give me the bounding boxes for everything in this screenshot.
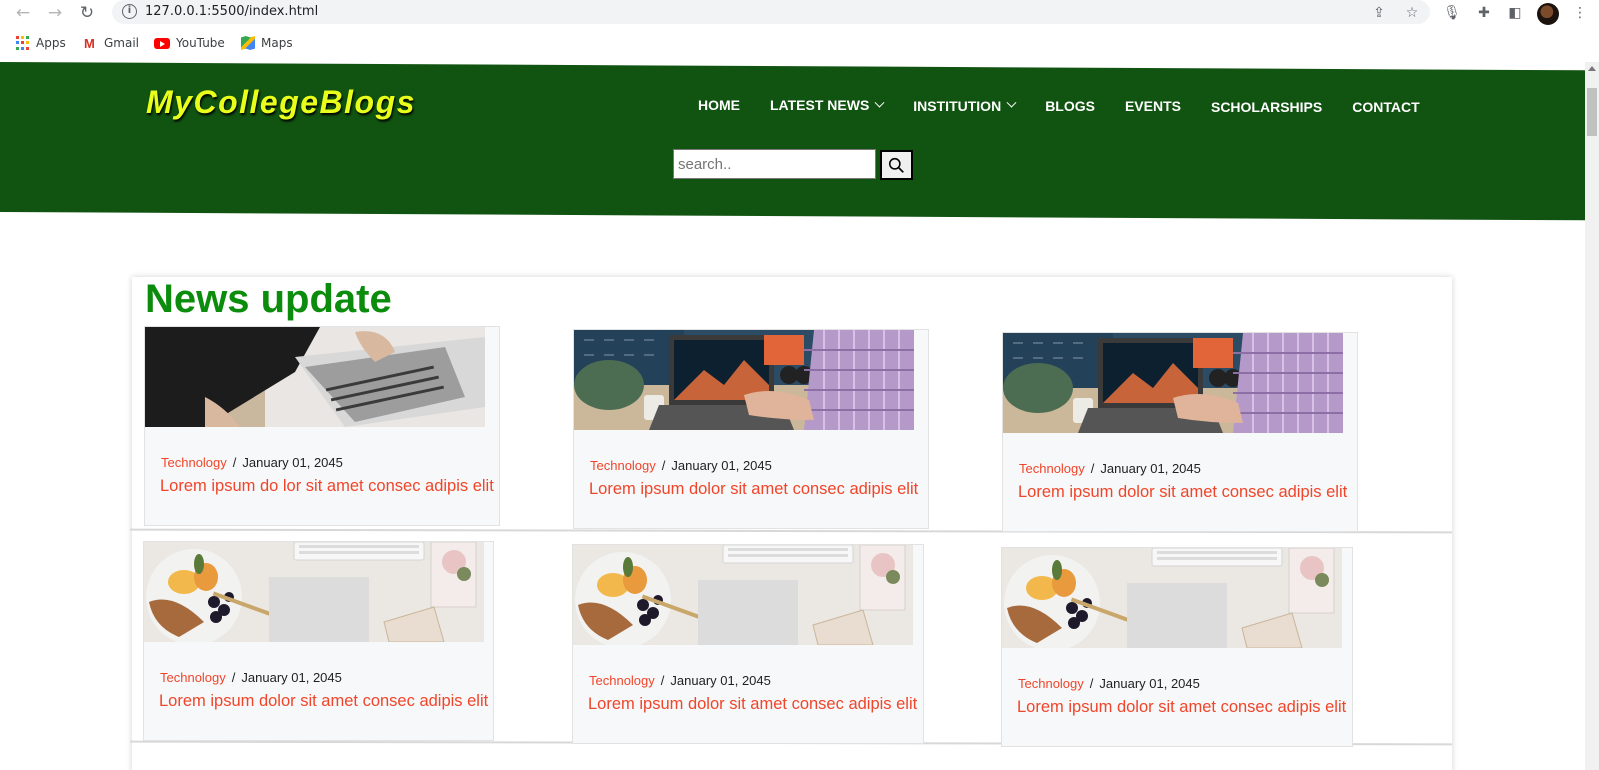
card-headline[interactable]: Lorem ipsum do lor sit amet consec adipi… xyxy=(160,477,494,496)
nav-label: BLOGS xyxy=(1045,97,1095,114)
address-bar[interactable]: i 127.0.0.1:5500/index.html xyxy=(112,0,1430,24)
desk-laptop-image xyxy=(574,330,914,430)
card-image[interactable] xyxy=(1003,333,1343,433)
card-date: January 01, 2045 xyxy=(1099,676,1200,691)
bookmarks-bar: Apps M Gmail YouTube Maps xyxy=(0,31,1599,59)
desk-laptop-image xyxy=(1003,333,1343,433)
card-image[interactable] xyxy=(1002,548,1342,648)
card-date: January 01, 2045 xyxy=(241,670,342,685)
profile-avatar[interactable] xyxy=(1537,3,1559,25)
nav-label: CONTACT xyxy=(1352,99,1420,115)
share-icon[interactable]: ⇪ xyxy=(1370,4,1388,22)
nav-label: LATEST NEWS xyxy=(770,97,870,113)
nav-contact[interactable]: CONTACT xyxy=(1352,99,1419,115)
search-icon xyxy=(888,157,904,173)
forward-arrow-icon[interactable]: → xyxy=(44,2,66,24)
search-button[interactable] xyxy=(880,150,913,180)
search-input[interactable] xyxy=(673,149,876,179)
card-category[interactable]: Technology xyxy=(1019,461,1085,476)
bookmark-label: Maps xyxy=(261,36,293,50)
bookmark-gmail[interactable]: M Gmail xyxy=(84,36,139,50)
bookmark-label: YouTube xyxy=(176,36,225,50)
card-category[interactable]: Technology xyxy=(590,458,656,473)
card-date: January 01, 2045 xyxy=(1100,461,1201,476)
youtube-icon xyxy=(154,37,170,49)
card-meta: Technology / January 01, 2045 xyxy=(1019,461,1201,476)
breakfast-desk-image xyxy=(573,545,913,645)
bookmark-label: Gmail xyxy=(104,36,140,50)
card-date: January 01, 2045 xyxy=(242,455,343,470)
site-info-icon[interactable]: i xyxy=(122,4,137,19)
chevron-down-icon xyxy=(1006,97,1017,108)
card-meta: Technology / January 01, 2045 xyxy=(160,670,342,685)
card-image[interactable] xyxy=(574,330,914,430)
card-meta: Technology / January 01, 2045 xyxy=(590,458,772,473)
nav-label: EVENTS xyxy=(1124,98,1181,114)
news-card[interactable]: Technology / January 01, 2045 Lorem ipsum … xyxy=(573,329,929,529)
page-viewport: MyCollegeBlogs HOME LATEST NEWS INSTITUT… xyxy=(0,62,1599,770)
card-date: January 01, 2045 xyxy=(670,673,771,688)
nav-scholarships[interactable]: SCHOLARSHIPS xyxy=(1211,98,1322,115)
card-image[interactable] xyxy=(144,542,484,642)
gmail-icon: M xyxy=(84,35,95,51)
card-meta: Technology / January 01, 2045 xyxy=(1018,676,1200,691)
card-category[interactable]: Technology xyxy=(160,670,226,685)
card-category[interactable]: Technology xyxy=(1018,676,1084,691)
card-image[interactable] xyxy=(145,327,485,427)
news-card[interactable]: Technology / January 01, 2045 Lorem ipsum … xyxy=(143,541,494,741)
maps-icon xyxy=(241,36,255,50)
extensions-icon[interactable]: ✚ xyxy=(1475,4,1493,22)
section-title: News update xyxy=(145,277,392,321)
reload-icon[interactable]: ↻ xyxy=(76,2,98,24)
nav-events[interactable]: EVENTS xyxy=(1125,97,1181,115)
browser-toolbar: ← → ↻ i 127.0.0.1:5500/index.html ⇪ ☆ 🎙 … xyxy=(0,0,1599,26)
bookmark-maps[interactable]: Maps xyxy=(241,36,293,50)
bookmark-star-icon[interactable]: ☆ xyxy=(1403,4,1421,22)
side-panel-icon[interactable]: ◧ xyxy=(1506,4,1524,22)
news-panel: News update Technology / January 01, 204… xyxy=(129,277,1453,770)
card-headline[interactable]: Lorem ipsum dolor sit amet consec adipis… xyxy=(589,480,918,499)
card-category[interactable]: Technology xyxy=(589,673,655,688)
microphone-icon[interactable]: 🎙 xyxy=(1443,4,1461,22)
card-headline[interactable]: Lorem ipsum dolor sit amet consec adipis… xyxy=(1017,698,1346,717)
main-navigation: HOME LATEST NEWS INSTITUTION BLOGS EVENT… xyxy=(698,94,1420,116)
news-card[interactable]: Technology / January 01, 2045 Lorem ipsum … xyxy=(572,544,924,744)
scrollbar-thumb[interactable] xyxy=(1587,88,1597,136)
laptop-typing-image xyxy=(145,327,485,427)
card-image[interactable] xyxy=(573,545,913,645)
nav-label: INSTITUTION xyxy=(913,97,1002,114)
card-meta: Technology / January 01, 2045 xyxy=(161,455,343,470)
scroll-up-arrow-icon[interactable] xyxy=(1588,66,1596,71)
card-headline[interactable]: Lorem ipsum dolor sit amet consec adipis… xyxy=(1018,483,1347,502)
nav-label: HOME xyxy=(698,96,740,113)
card-meta: Technology / January 01, 2045 xyxy=(589,673,771,688)
bookmark-label: Apps xyxy=(36,36,66,50)
chevron-down-icon xyxy=(874,97,885,108)
nav-institution[interactable]: INSTITUTION xyxy=(913,96,1017,115)
kebab-menu-icon[interactable]: ⋮ xyxy=(1571,4,1589,22)
bookmark-youtube[interactable]: YouTube xyxy=(154,36,225,50)
nav-label: SCHOLARSHIPS xyxy=(1210,98,1323,115)
card-headline[interactable]: Lorem ipsum dolor sit amet consec adipis… xyxy=(159,692,488,711)
news-card[interactable]: Technology / January 01, 2045 Lorem ipsum … xyxy=(144,326,500,526)
news-card[interactable]: Technology / January 01, 2045 Lorem ipsum … xyxy=(1002,332,1358,532)
url-text[interactable]: 127.0.0.1:5500/index.html xyxy=(145,4,318,19)
card-category[interactable]: Technology xyxy=(161,455,227,470)
page-scrollbar[interactable] xyxy=(1585,62,1599,770)
nav-latest-news[interactable]: LATEST NEWS xyxy=(770,95,885,115)
site-logo[interactable]: MyCollegeBlogs xyxy=(146,84,416,121)
news-card[interactable]: Technology / January 01, 2045 Lorem ipsum … xyxy=(1001,547,1353,747)
card-headline[interactable]: Lorem ipsum dolor sit amet consec adipis… xyxy=(588,695,917,714)
card-date: January 01, 2045 xyxy=(671,458,772,473)
bookmark-apps[interactable]: Apps xyxy=(16,36,66,50)
nav-blogs[interactable]: BLOGS xyxy=(1045,96,1095,115)
back-arrow-icon[interactable]: ← xyxy=(12,2,34,24)
breakfast-desk-image xyxy=(1002,548,1342,648)
nav-home[interactable]: HOME xyxy=(698,94,740,115)
apps-grid-icon xyxy=(16,36,30,50)
breakfast-desk-image xyxy=(144,542,484,642)
